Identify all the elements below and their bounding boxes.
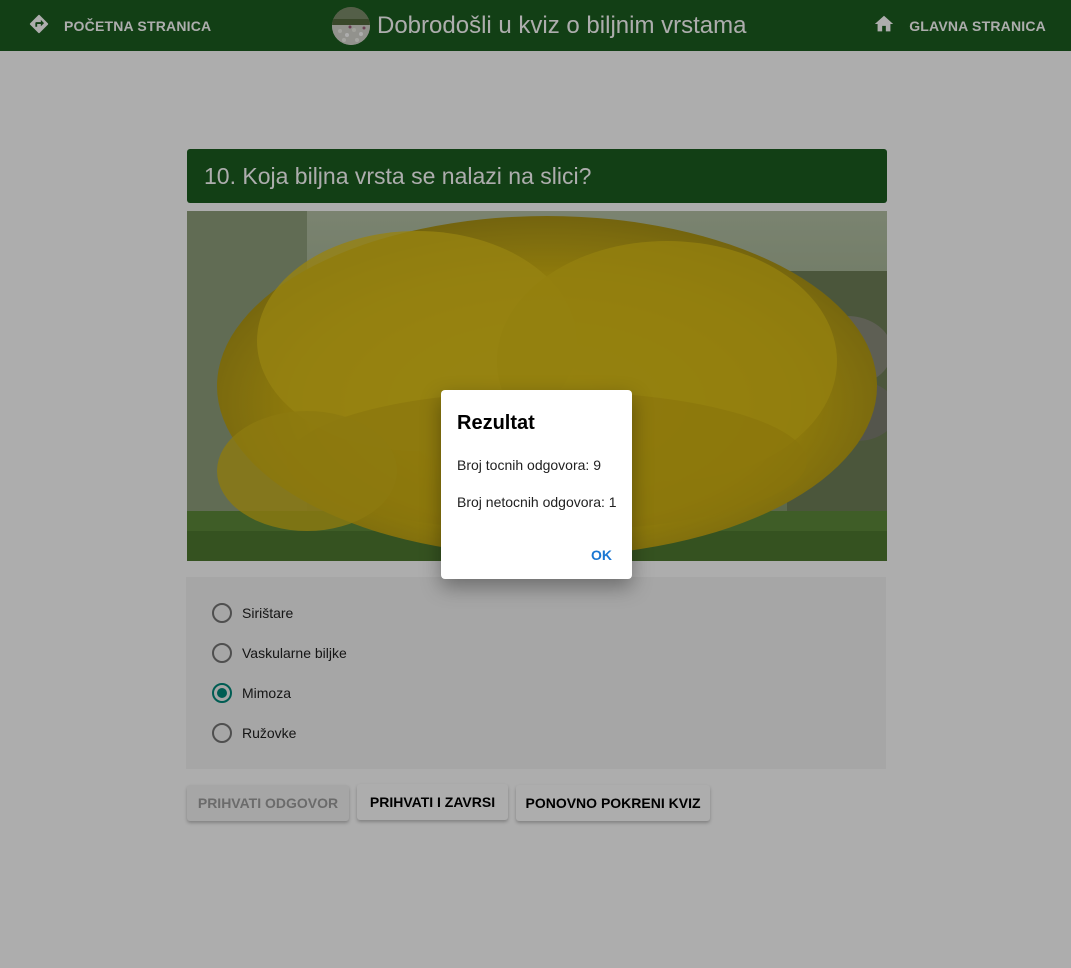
result-dialog: Rezultat Broj tocnih odgovora: 9 Broj ne… (441, 390, 632, 579)
ok-button[interactable]: OK (591, 547, 612, 563)
dialog-title: Rezultat (457, 412, 535, 434)
correct-count: Broj tocnih odgovora: 9 (457, 457, 601, 473)
incorrect-count: Broj netocnih odgovora: 1 (457, 494, 617, 510)
